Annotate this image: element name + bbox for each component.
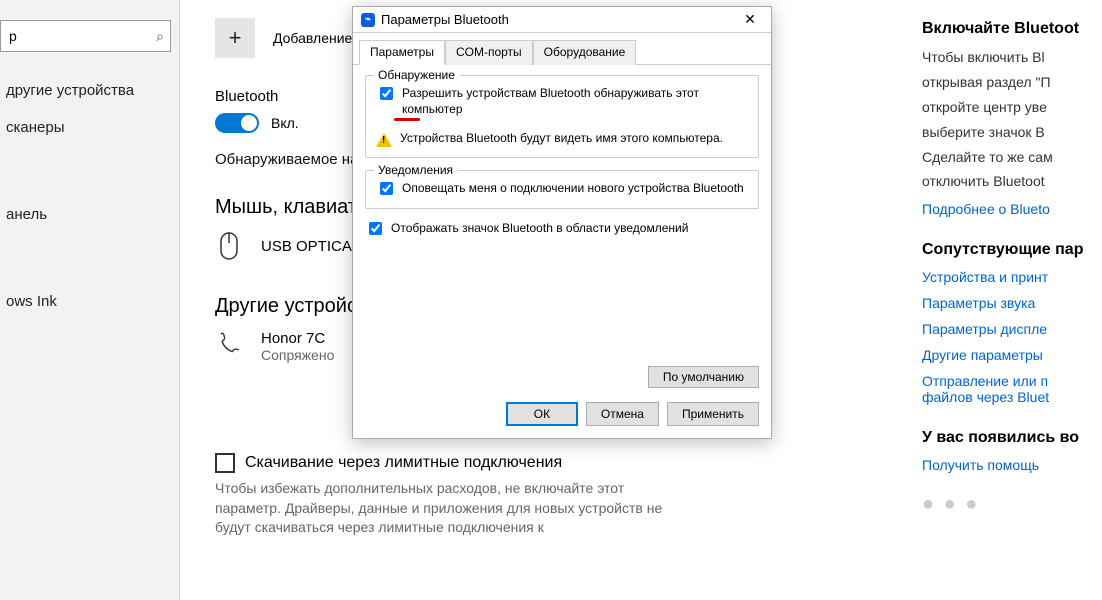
checkbox-allow-discovery-input[interactable] — [380, 87, 393, 100]
rc-heading-3: У вас появились во — [922, 429, 1102, 447]
rc-text: выберите значок B — [922, 123, 1102, 142]
phone-icon — [215, 332, 243, 362]
right-panel: Включайте Bluetoot Чтобы включить Bl отк… — [922, 0, 1102, 600]
link-devices-printers[interactable]: Устройства и принт — [922, 269, 1102, 285]
bluetooth-dialog: ⌁ Параметры Bluetooth ✕ Параметры COM-по… — [352, 6, 772, 439]
rc-text: Сделайте то же сам — [922, 148, 1102, 167]
group-discovery: Обнаружение Разрешить устройствам Blueto… — [365, 75, 759, 158]
cancel-button[interactable]: Отмена — [586, 402, 659, 426]
link-sound[interactable]: Параметры звука — [922, 295, 1102, 311]
checkbox-tray-icon-label: Отображать значок Bluetooth в области ув… — [391, 221, 688, 237]
tab-params[interactable]: Параметры — [359, 40, 445, 65]
pagination-dots: ● ● ● — [922, 493, 1102, 516]
apply-button[interactable]: Применить — [667, 402, 759, 426]
sidebar-item-scanners[interactable]: сканеры — [0, 109, 179, 146]
group-notify-title: Уведомления — [374, 163, 457, 177]
checkbox-notify-input[interactable] — [380, 182, 393, 195]
warning-text: Устройства Bluetooth будут видеть имя эт… — [400, 131, 723, 145]
link-send-files[interactable]: Отправление или п файлов через Bluet — [922, 373, 1102, 405]
dialog-title: Параметры Bluetooth — [381, 12, 509, 27]
rc-heading-1: Включайте Bluetoot — [922, 20, 1102, 38]
sidebar-item-panel[interactable]: анель — [0, 196, 179, 233]
dialog-title-bar: ⌁ Параметры Bluetooth ✕ — [353, 7, 771, 33]
checkbox-tray-icon[interactable]: Отображать значок Bluetooth в области ув… — [365, 221, 759, 238]
checkbox-allow-discovery[interactable]: Разрешить устройствам Bluetooth обнаружи… — [376, 86, 748, 117]
close-button[interactable]: ✕ — [735, 11, 765, 28]
checkbox-notify[interactable]: Оповещать меня о подключении нового устр… — [376, 181, 748, 198]
rc-text: откройте центр уве — [922, 98, 1102, 117]
rc-text: открывая раздел "П — [922, 73, 1102, 92]
checkbox-allow-discovery-label: Разрешить устройствам Bluetooth обнаружи… — [402, 86, 748, 117]
tab-com-ports[interactable]: COM-порты — [445, 40, 533, 65]
device-name: Honor 7C — [261, 330, 334, 347]
dialog-tabs: Параметры COM-порты Оборудование — [353, 35, 771, 65]
checkbox-notify-label: Оповещать меня о подключении нового устр… — [402, 181, 744, 197]
search-input-wrapper[interactable]: ⌕ — [0, 20, 171, 52]
rc-text: Чтобы включить Bl — [922, 48, 1102, 67]
ok-button[interactable]: ОК — [506, 402, 578, 426]
mouse-icon — [215, 231, 243, 261]
link-other-params[interactable]: Другие параметры — [922, 347, 1102, 363]
device-status: Сопряжено — [261, 347, 334, 363]
bluetooth-toggle-state: Вкл. — [271, 115, 299, 131]
add-device-button[interactable]: + — [215, 18, 255, 58]
tab-hardware[interactable]: Оборудование — [533, 40, 637, 65]
metered-help-text: Чтобы избежать дополнительных расходов, … — [215, 479, 675, 538]
link-display[interactable]: Параметры диспле — [922, 321, 1102, 337]
sidebar-item-other-devices[interactable]: другие устройства — [0, 72, 179, 109]
device-name: USB OPTICAL — [261, 238, 360, 255]
metered-checkbox[interactable] — [215, 453, 235, 473]
warning-icon — [376, 133, 392, 147]
bluetooth-icon: ⌁ — [361, 13, 375, 27]
link-get-help[interactable]: Получить помощь — [922, 457, 1102, 473]
warning-row: Устройства Bluetooth будут видеть имя эт… — [376, 131, 748, 147]
add-device-label: Добавление — [273, 30, 352, 46]
link-more-bluetooth[interactable]: Подробнее о Blueto — [922, 201, 1102, 217]
metered-label: Скачивание через лимитные подключения — [245, 454, 562, 472]
sidebar-item-ink[interactable]: ows Ink — [0, 283, 179, 320]
search-input[interactable] — [7, 27, 156, 45]
rc-text: отключить Bluetoot — [922, 172, 1102, 191]
group-notifications: Уведомления Оповещать меня о подключении… — [365, 170, 759, 209]
search-icon: ⌕ — [156, 28, 164, 45]
group-discovery-title: Обнаружение — [374, 68, 459, 82]
default-button[interactable]: По умолчанию — [648, 366, 759, 388]
dialog-button-row: ОК Отмена Применить — [353, 394, 771, 438]
settings-sidebar: ⌕ другие устройства сканеры анель ows In… — [0, 0, 180, 600]
bluetooth-toggle[interactable] — [215, 113, 259, 133]
rc-heading-2: Сопутствующие пар — [922, 241, 1102, 259]
highlight-marker — [394, 118, 420, 121]
checkbox-tray-icon-input[interactable] — [369, 222, 382, 235]
